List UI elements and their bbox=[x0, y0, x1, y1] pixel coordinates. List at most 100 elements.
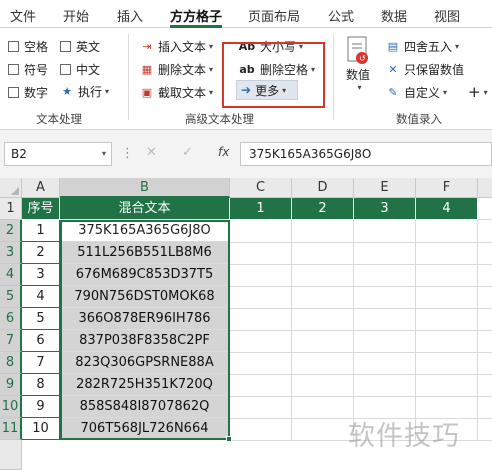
chevron-down-icon: ▾ bbox=[209, 42, 214, 51]
column-header-g[interactable] bbox=[478, 178, 492, 198]
ribbon-tab-bar: 文件 开始 插入 方方格子 页面布局 公式 数据 视图 bbox=[0, 0, 492, 28]
insert-function-button[interactable]: fx bbox=[218, 145, 229, 159]
chevron-down-icon[interactable]: ▾ bbox=[102, 149, 106, 158]
checkbox-symbol[interactable]: 符号 bbox=[8, 61, 48, 78]
row-header[interactable]: 1 bbox=[0, 198, 22, 220]
index-cell[interactable]: 9 bbox=[22, 396, 60, 418]
gridline bbox=[230, 286, 492, 287]
mixed-text-cell[interactable]: 858S848I8707862Q bbox=[60, 396, 230, 418]
tab-fangfanggezi[interactable]: 方方格子 bbox=[170, 6, 222, 25]
column-header-b[interactable]: B bbox=[60, 178, 230, 198]
tab-insert[interactable]: 插入 bbox=[117, 6, 143, 25]
fill-handle[interactable] bbox=[226, 436, 232, 442]
row-header[interactable]: 4 bbox=[0, 264, 22, 286]
column-header-f[interactable]: F bbox=[416, 178, 478, 198]
chevron-down-icon: ▾ bbox=[357, 83, 362, 92]
cancel-icon[interactable]: ✕ bbox=[146, 145, 157, 160]
header-cell-1[interactable]: 1 bbox=[230, 198, 292, 220]
mixed-text-cell[interactable]: 282R725H351K720Q bbox=[60, 374, 230, 396]
tab-formulas[interactable]: 公式 bbox=[328, 6, 354, 25]
checkbox-icon[interactable] bbox=[8, 64, 19, 75]
mixed-text-cell[interactable]: 837P038F8358C2PF bbox=[60, 330, 230, 352]
mixed-text-cell[interactable]: 366O878ER96IH786 bbox=[60, 308, 230, 330]
mixed-text-cell[interactable]: 511L256B551LB8M6 bbox=[60, 242, 230, 264]
row-header[interactable]: 10 bbox=[0, 396, 22, 418]
index-cell[interactable]: 8 bbox=[22, 374, 60, 396]
execute-button[interactable]: ★ 执行 ▾ bbox=[60, 83, 109, 100]
index-cell[interactable]: 10 bbox=[22, 418, 60, 440]
chevron-down-icon: ▾ bbox=[483, 87, 488, 97]
name-box[interactable]: B2 ▾ bbox=[4, 142, 112, 166]
gridline bbox=[230, 330, 492, 331]
checkbox-icon[interactable] bbox=[60, 64, 71, 75]
mixed-text-cell[interactable]: 790N756DST0MOK68 bbox=[60, 286, 230, 308]
row-header[interactable]: 11 bbox=[0, 418, 22, 440]
column-header-e[interactable]: E bbox=[354, 178, 416, 198]
column-header-c[interactable]: C bbox=[230, 178, 292, 198]
tab-data[interactable]: 数据 bbox=[381, 6, 407, 25]
header-cell-4[interactable]: 4 bbox=[416, 198, 478, 220]
checkbox-icon[interactable] bbox=[8, 87, 19, 98]
header-cell-3[interactable]: 3 bbox=[354, 198, 416, 220]
row-header[interactable]: 8 bbox=[0, 352, 22, 374]
formula-input[interactable]: 375K165A365G6J8O bbox=[240, 142, 492, 166]
chevron-down-icon: ▾ bbox=[209, 88, 214, 97]
checkbox-icon[interactable] bbox=[60, 41, 71, 52]
gridline bbox=[230, 308, 492, 309]
checkbox-number[interactable]: 数字 bbox=[8, 84, 48, 101]
gridline bbox=[230, 374, 492, 375]
star-icon: ★ bbox=[62, 85, 72, 98]
gridline bbox=[230, 242, 492, 243]
delete-text-icon: ▦ bbox=[141, 63, 153, 76]
mixed-text-cell[interactable]: 823Q306GPSRNE88A bbox=[60, 352, 230, 374]
row-header[interactable]: 7 bbox=[0, 330, 22, 352]
tab-file[interactable]: 文件 bbox=[10, 6, 36, 25]
round-button[interactable]: ▤ 四舍五入 ▾ bbox=[386, 38, 459, 55]
select-all-button[interactable] bbox=[0, 178, 22, 198]
insert-text-button[interactable]: ⇥ 插入文本 ▾ bbox=[140, 38, 213, 55]
header-cell-mixed-text[interactable]: 混合文本 bbox=[60, 198, 230, 220]
grid-cell[interactable] bbox=[478, 198, 492, 220]
row-header[interactable]: 5 bbox=[0, 286, 22, 308]
index-cell[interactable]: 5 bbox=[22, 308, 60, 330]
row-header[interactable] bbox=[0, 440, 22, 470]
custom-icon: ✎ bbox=[388, 86, 398, 99]
header-cell-2[interactable]: 2 bbox=[292, 198, 354, 220]
extract-text-button[interactable]: ▣ 截取文本 ▾ bbox=[140, 84, 213, 101]
index-cell[interactable]: 1 bbox=[22, 220, 60, 242]
custom-button[interactable]: ✎ 自定义 ▾ bbox=[386, 84, 447, 101]
tab-view[interactable]: 视图 bbox=[434, 6, 460, 25]
keep-value-icon: ✕ bbox=[388, 63, 398, 76]
value-button[interactable]: ↺ 数值 ▾ bbox=[344, 36, 372, 92]
checkbox-english[interactable]: 英文 bbox=[60, 38, 100, 55]
add-button[interactable]: + ▾ bbox=[468, 83, 488, 101]
checkbox-space[interactable]: 空格 bbox=[8, 38, 48, 55]
row-header[interactable]: 2 bbox=[0, 220, 22, 242]
formula-bar: B2 ▾ ⋮ ✕ ✓ fx 375K165A365G6J8O bbox=[0, 130, 492, 178]
index-cell[interactable]: 3 bbox=[22, 264, 60, 286]
mixed-text-cell[interactable]: 706T568JL726N664 bbox=[60, 418, 230, 440]
mixed-text-cell[interactable]: 676M689C853D37T5 bbox=[60, 264, 230, 286]
checkbox-icon[interactable] bbox=[8, 41, 19, 52]
column-header-d[interactable]: D bbox=[292, 178, 354, 198]
index-cell[interactable]: 7 bbox=[22, 352, 60, 374]
row-header[interactable]: 3 bbox=[0, 242, 22, 264]
column-header-a[interactable]: A bbox=[22, 178, 60, 198]
index-cell[interactable]: 2 bbox=[22, 242, 60, 264]
insert-text-icon: ⇥ bbox=[142, 40, 152, 53]
gridline bbox=[230, 264, 492, 265]
chevron-down-icon: ▾ bbox=[209, 65, 214, 74]
tab-page-layout[interactable]: 页面布局 bbox=[248, 6, 300, 25]
confirm-icon[interactable]: ✓ bbox=[182, 145, 193, 160]
delete-text-button[interactable]: ▦ 删除文本 ▾ bbox=[140, 61, 213, 78]
group-separator bbox=[128, 34, 129, 120]
index-cell[interactable]: 4 bbox=[22, 286, 60, 308]
tab-home[interactable]: 开始 bbox=[63, 6, 89, 25]
keep-value-button[interactable]: ✕ 只保留数值 bbox=[386, 61, 464, 78]
index-cell[interactable]: 6 bbox=[22, 330, 60, 352]
checkbox-chinese[interactable]: 中文 bbox=[60, 61, 100, 78]
mixed-text-cell[interactable]: 375K165A365G6J8O bbox=[60, 220, 230, 242]
row-header[interactable]: 6 bbox=[0, 308, 22, 330]
header-cell-index[interactable]: 序号 bbox=[22, 198, 60, 220]
row-header[interactable]: 9 bbox=[0, 374, 22, 396]
